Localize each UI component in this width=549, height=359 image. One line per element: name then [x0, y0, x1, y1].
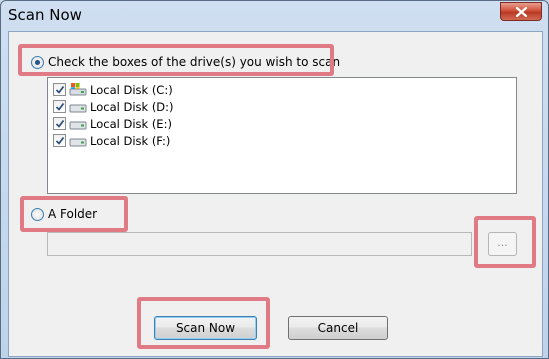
drive-checkbox[interactable]: [53, 117, 66, 130]
close-icon: [516, 7, 527, 17]
folder-path-field[interactable]: [47, 232, 472, 256]
system-drive-icon: [69, 83, 87, 96]
checkmark-icon: [55, 136, 65, 145]
drive-list[interactable]: Local Disk (C:) Local Disk (D:) Local Di…: [47, 77, 517, 194]
checkmark-icon: [55, 119, 65, 128]
hard-drive-icon: [69, 138, 87, 147]
window-title: Scan Now: [8, 6, 82, 24]
folder-radio[interactable]: [31, 208, 44, 221]
drive-checkbox[interactable]: [53, 100, 66, 113]
hard-drive-icon: [69, 104, 87, 113]
scan-now-button[interactable]: Scan Now: [154, 316, 257, 340]
hard-drive-icon: [69, 121, 87, 130]
drive-label: Local Disk (F:): [90, 134, 171, 148]
drives-option-label[interactable]: Check the boxes of the drive(s) you wish…: [48, 55, 340, 69]
cancel-button[interactable]: Cancel: [288, 316, 388, 340]
drive-checkbox[interactable]: [53, 83, 66, 96]
drive-label: Local Disk (C:): [90, 83, 173, 97]
folder-option-label[interactable]: A Folder: [48, 207, 97, 221]
browse-button[interactable]: ...: [488, 232, 517, 256]
close-button[interactable]: [500, 2, 542, 21]
drives-radio[interactable]: [31, 56, 44, 69]
drive-label: Local Disk (E:): [90, 117, 172, 131]
checkmark-icon: [55, 102, 65, 111]
drive-checkbox[interactable]: [53, 134, 66, 147]
drive-label: Local Disk (D:): [90, 100, 174, 114]
dialog-footer: [8, 282, 543, 357]
checkmark-icon: [55, 85, 65, 94]
